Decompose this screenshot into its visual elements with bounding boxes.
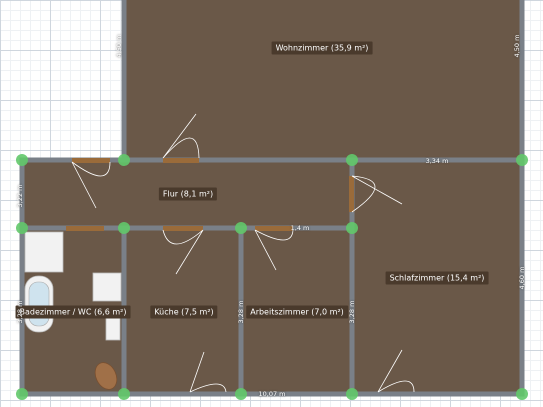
wall-corner-handle-icon[interactable] [235,388,247,400]
toilet-icon[interactable] [92,272,122,302]
dimension-label: 10,07 m [258,390,286,398]
dimension-label: 3,28 m [348,300,356,324]
room-label-arbeitszimmer[interactable]: Arbeitszimmer (7,0 m²) [246,305,348,319]
floor-wohnzimmer[interactable] [124,0,522,162]
dimension-label: 3,34 m [425,157,449,165]
dimension-label: 3,28 m [237,300,245,324]
wall-corner-handle-icon[interactable] [516,154,528,166]
wall-corner-handle-icon[interactable] [118,222,130,234]
wall-corner-handle-icon[interactable] [16,388,28,400]
floor-areas [22,0,522,394]
wall-corner-handle-icon[interactable] [346,388,358,400]
wall-corner-handle-icon[interactable] [118,388,130,400]
dimension-label: 4,50 m [513,34,521,58]
wall-corner-handle-icon[interactable] [118,154,130,166]
dimension-label: 4,50 m [115,34,123,58]
dimension-label: 4,60 m [518,266,526,290]
sink-icon[interactable] [105,317,121,341]
floor-plan-canvas[interactable] [0,0,543,407]
room-label-badezimmer[interactable]: Badezimmer / WC (6,6 m²) [15,305,131,319]
room-label-schlafzimmer[interactable]: Schlafzimmer (15,4 m²) [385,271,489,285]
door-swing-icon[interactable] [66,226,104,231]
wall-corner-handle-icon[interactable] [346,222,358,234]
room-label-kueche[interactable]: Küche (7,5 m²) [150,305,218,319]
bathtub-icon[interactable] [24,275,54,333]
dimension-label: 3,28 m [16,300,24,324]
room-label-wohnzimmer[interactable]: Wohnzimmer (35,9 m²) [271,41,373,55]
dimension-label: 3,22 m [16,184,24,208]
shower-tray-icon[interactable] [24,231,64,273]
wall-corner-handle-icon[interactable] [16,154,28,166]
wall-corner-handle-icon[interactable] [16,222,28,234]
wall-corner-handle-icon[interactable] [516,388,528,400]
room-label-flur[interactable]: Flur (8,1 m²) [158,187,218,201]
floor-flur[interactable] [22,162,522,228]
wall-corner-handle-icon[interactable] [235,222,247,234]
wall-corner-handle-icon[interactable] [346,154,358,166]
dimension-label: 1,4 m [290,224,310,232]
